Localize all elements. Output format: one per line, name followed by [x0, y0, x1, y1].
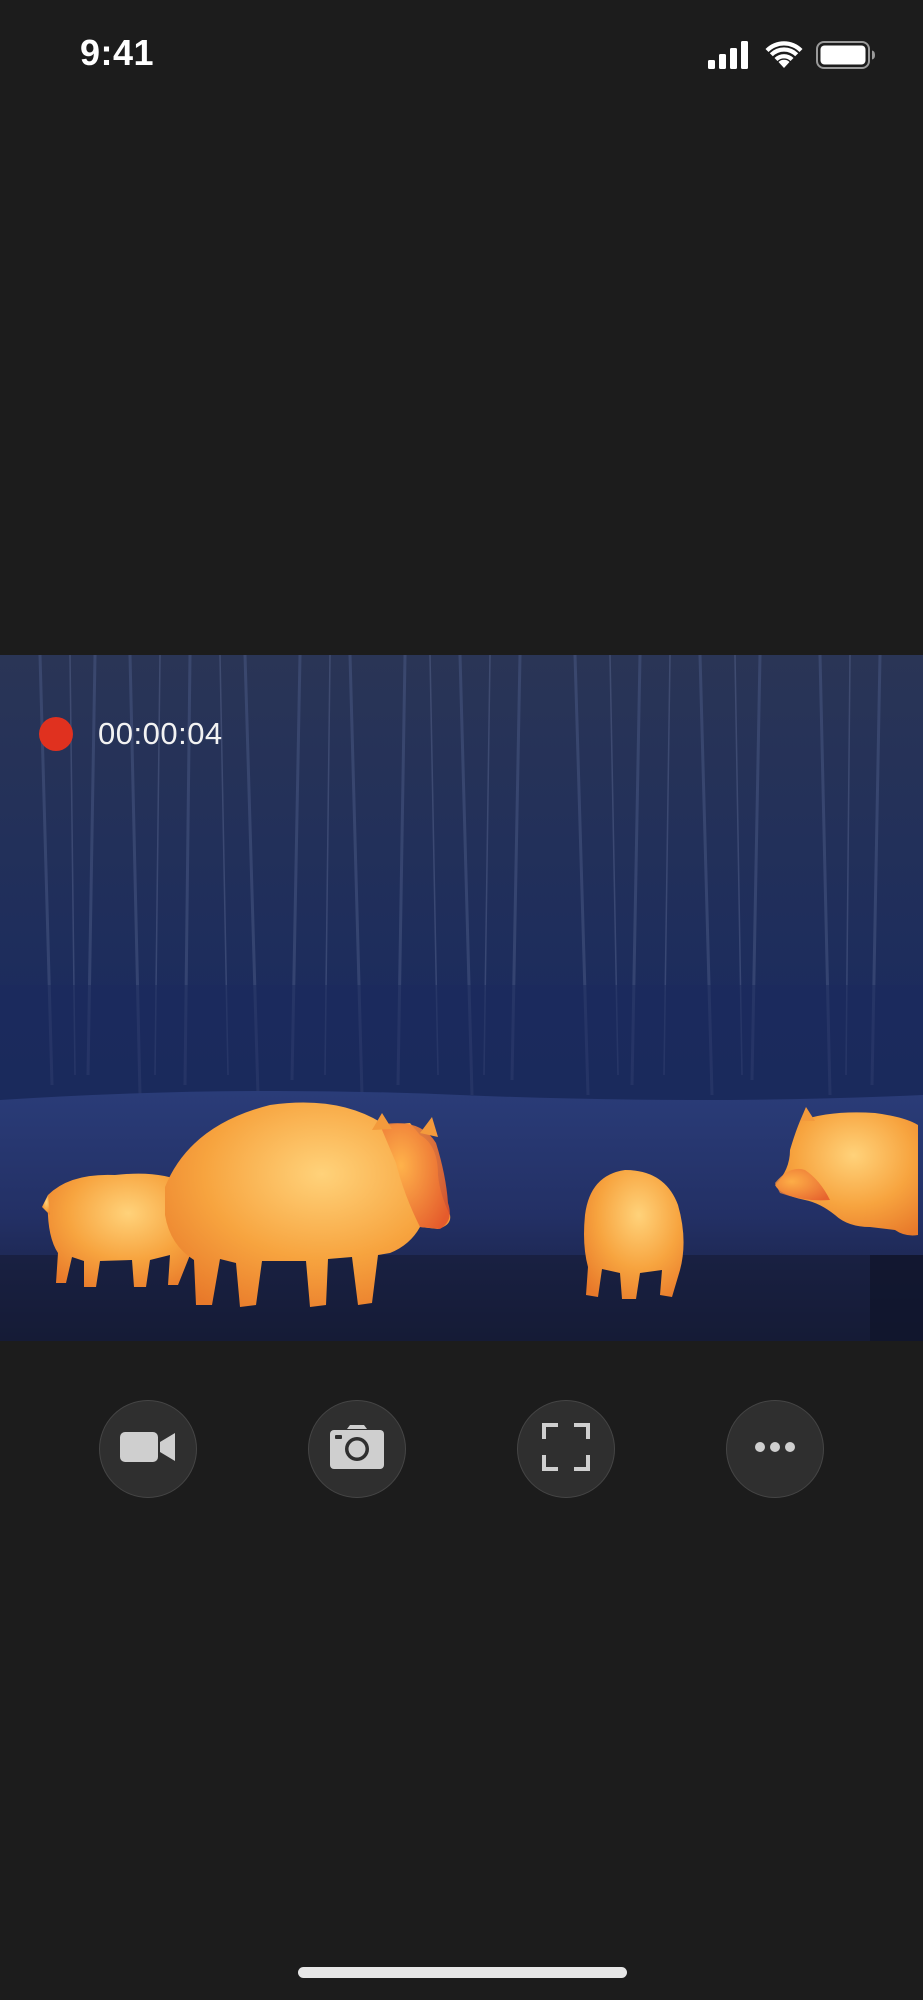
video-camera-icon [120, 1430, 176, 1469]
thermal-camera-feed [0, 655, 923, 1341]
battery-icon [816, 40, 876, 74]
recording-time: 00:00:04 [98, 716, 223, 751]
fullscreen-icon [542, 1422, 590, 1476]
recording-indicator: 00:00:04 [39, 716, 223, 752]
fullscreen-button[interactable] [517, 1400, 615, 1498]
thermal-video-viewport[interactable]: 00:00:04 [0, 655, 923, 1341]
cellular-signal-icon [708, 40, 752, 74]
record-video-button[interactable] [99, 1400, 197, 1498]
camera-icon [330, 1424, 384, 1474]
take-photo-button[interactable] [308, 1400, 406, 1498]
recording-dot-icon [39, 717, 73, 751]
more-options-button[interactable] [726, 1400, 824, 1498]
more-dots-icon [754, 1440, 796, 1458]
home-indicator[interactable] [298, 1967, 627, 1978]
camera-controls [0, 1400, 923, 1498]
wifi-icon [765, 40, 803, 74]
status-time: 9:41 [80, 32, 155, 73]
status-bar: 9:41 [0, 0, 923, 112]
status-icons [708, 40, 876, 74]
